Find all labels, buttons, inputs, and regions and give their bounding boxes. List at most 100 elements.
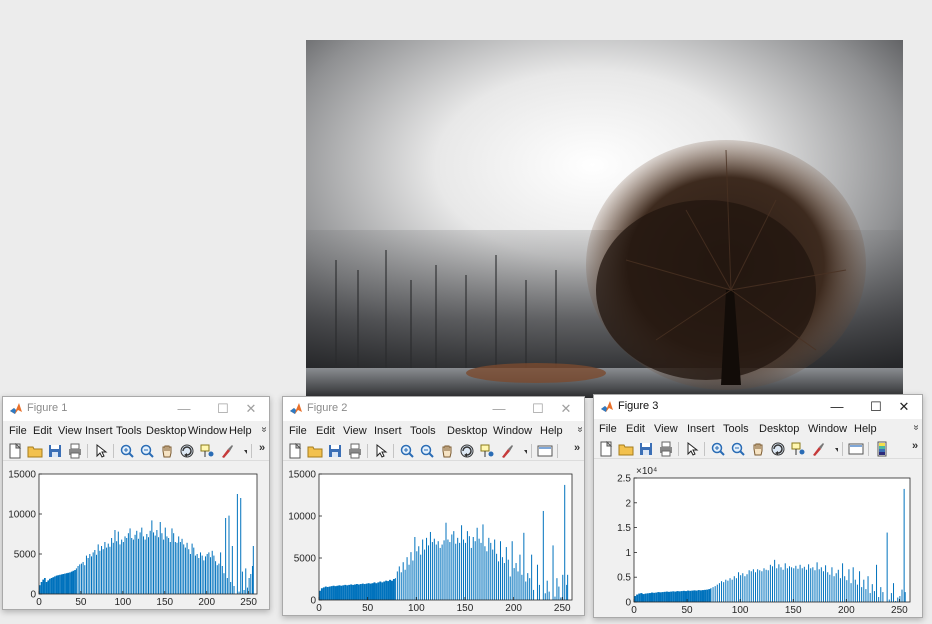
title-bar[interactable]: Figure 3 — ☐ ✕	[594, 395, 922, 419]
select-pointer-icon[interactable]	[684, 441, 700, 457]
zoom-in-icon[interactable]	[399, 443, 415, 459]
figure-window-2[interactable]: Figure 2 — ☐ ✕ File Edit View Insert Tools Deskto…	[282, 396, 585, 616]
menu-edit[interactable]: Edit	[626, 423, 645, 435]
open-icon[interactable]	[307, 443, 323, 459]
menu-insert[interactable]: Insert	[85, 425, 113, 437]
menu-overflow-icon[interactable]: »	[574, 427, 584, 433]
menu-window[interactable]: Window	[493, 425, 532, 437]
brush-dropdown-icon[interactable]	[830, 441, 838, 457]
figure-toolbar: »	[3, 441, 269, 461]
title-bar[interactable]: Figure 2 — ☐ ✕	[283, 397, 584, 421]
minimize-button[interactable]: —	[823, 397, 851, 417]
pan-icon[interactable]	[750, 441, 766, 457]
menu-desktop[interactable]: Desktop	[146, 425, 186, 437]
menu-overflow-icon[interactable]: »	[910, 425, 921, 431]
menu-insert[interactable]: Insert	[374, 425, 402, 437]
menu-view[interactable]: View	[654, 423, 678, 435]
title-bar[interactable]: Figure 1 — ☐ ✕	[3, 397, 269, 421]
print-icon[interactable]	[658, 441, 674, 457]
link-plot-icon[interactable]	[537, 443, 553, 459]
menu-desktop[interactable]: Desktop	[447, 425, 487, 437]
zoom-out-icon[interactable]	[139, 443, 155, 459]
menu-insert[interactable]: Insert	[687, 423, 715, 435]
brush-dropdown-icon[interactable]	[239, 443, 247, 459]
histogram-bar	[243, 590, 245, 594]
brush-icon[interactable]	[219, 443, 235, 459]
menu-window[interactable]: Window	[188, 425, 227, 437]
print-icon[interactable]	[67, 443, 83, 459]
close-button[interactable]: ✕	[552, 399, 580, 419]
menu-view[interactable]: View	[58, 425, 82, 437]
save-icon[interactable]	[47, 443, 63, 459]
x-tick-label: 50	[362, 603, 374, 614]
minimize-button[interactable]: —	[485, 399, 513, 419]
menu-file[interactable]: File	[9, 425, 27, 437]
minimize-button[interactable]: —	[170, 399, 198, 419]
save-icon[interactable]	[327, 443, 343, 459]
brush-dropdown-icon[interactable]	[519, 443, 527, 459]
maximize-button[interactable]: ☐	[862, 397, 890, 417]
histogram-chart[interactable]: 0 50 100 150 200 250 0 0.5 1 1.5 2 2.5 ×10⁴	[594, 460, 922, 617]
toolbar-overflow-icon[interactable]: »	[574, 442, 580, 454]
figure-window-1[interactable]: Figure 1 — ☐ ✕ File Edit View Insert Tools Deskto…	[2, 396, 270, 610]
open-icon[interactable]	[27, 443, 43, 459]
new-figure-icon[interactable]	[598, 441, 614, 457]
print-icon[interactable]	[347, 443, 363, 459]
menu-edit[interactable]: Edit	[33, 425, 52, 437]
histogram-bar	[503, 563, 505, 600]
maximize-button[interactable]: ☐	[524, 399, 552, 419]
histogram-bar	[463, 539, 465, 600]
figure-window-3[interactable]: Figure 3 — ☐ ✕ File Edit View Insert Tools Deskto…	[593, 394, 923, 618]
zoom-out-icon[interactable]	[419, 443, 435, 459]
data-cursor-icon[interactable]	[199, 443, 215, 459]
histogram-bar	[642, 594, 645, 602]
histogram-bar	[546, 580, 548, 600]
rotate-3d-icon[interactable]	[179, 443, 195, 459]
menu-desktop[interactable]: Desktop	[759, 423, 799, 435]
histogram-bar	[648, 593, 651, 602]
menu-edit[interactable]: Edit	[316, 425, 335, 437]
brush-icon[interactable]	[810, 441, 826, 457]
histogram-bar	[718, 583, 720, 602]
link-plot-icon[interactable]	[848, 441, 864, 457]
new-figure-icon[interactable]	[287, 443, 303, 459]
rotate-3d-icon[interactable]	[459, 443, 475, 459]
menu-overflow-icon[interactable]: »	[258, 427, 269, 433]
brush-icon[interactable]	[499, 443, 515, 459]
rotate-3d-icon[interactable]	[770, 441, 786, 457]
maximize-button[interactable]: ☐	[209, 399, 237, 419]
zoom-out-icon[interactable]	[730, 441, 746, 457]
zoom-in-icon[interactable]	[119, 443, 135, 459]
menu-help[interactable]: Help	[854, 423, 877, 435]
menu-help[interactable]: Help	[540, 425, 563, 437]
histogram-chart[interactable]: 0 50 100 150 200 250 0 5000 10000 15000	[283, 462, 584, 615]
menu-file[interactable]: File	[289, 425, 307, 437]
save-icon[interactable]	[638, 441, 654, 457]
menu-file[interactable]: File	[599, 423, 617, 435]
data-cursor-icon[interactable]	[479, 443, 495, 459]
toolbar-overflow-icon[interactable]: »	[259, 442, 265, 454]
new-figure-icon[interactable]	[7, 443, 23, 459]
close-button[interactable]: ✕	[890, 397, 918, 417]
menu-tools[interactable]: Tools	[116, 425, 142, 437]
close-button[interactable]: ✕	[237, 399, 265, 419]
pan-icon[interactable]	[439, 443, 455, 459]
histogram-bar	[189, 554, 191, 594]
zoom-in-icon[interactable]	[710, 441, 726, 457]
histogram-chart[interactable]: 0 50 100 150 200 250 0 5000 10000 15000	[3, 462, 269, 609]
menu-help[interactable]: Help	[229, 425, 252, 437]
open-icon[interactable]	[618, 441, 634, 457]
toolbar-separator	[531, 444, 532, 458]
menu-window[interactable]: Window	[808, 423, 847, 435]
select-pointer-icon[interactable]	[93, 443, 109, 459]
menu-tools[interactable]: Tools	[723, 423, 749, 435]
toolbar-overflow-icon[interactable]: »	[912, 440, 918, 452]
histogram-bar	[733, 576, 735, 602]
data-cursor-icon[interactable]	[790, 441, 806, 457]
histogram-bar	[738, 572, 740, 602]
menu-tools[interactable]: Tools	[410, 425, 436, 437]
menu-view[interactable]: View	[343, 425, 367, 437]
select-pointer-icon[interactable]	[373, 443, 389, 459]
pan-icon[interactable]	[159, 443, 175, 459]
colorbar-icon[interactable]	[874, 441, 890, 457]
